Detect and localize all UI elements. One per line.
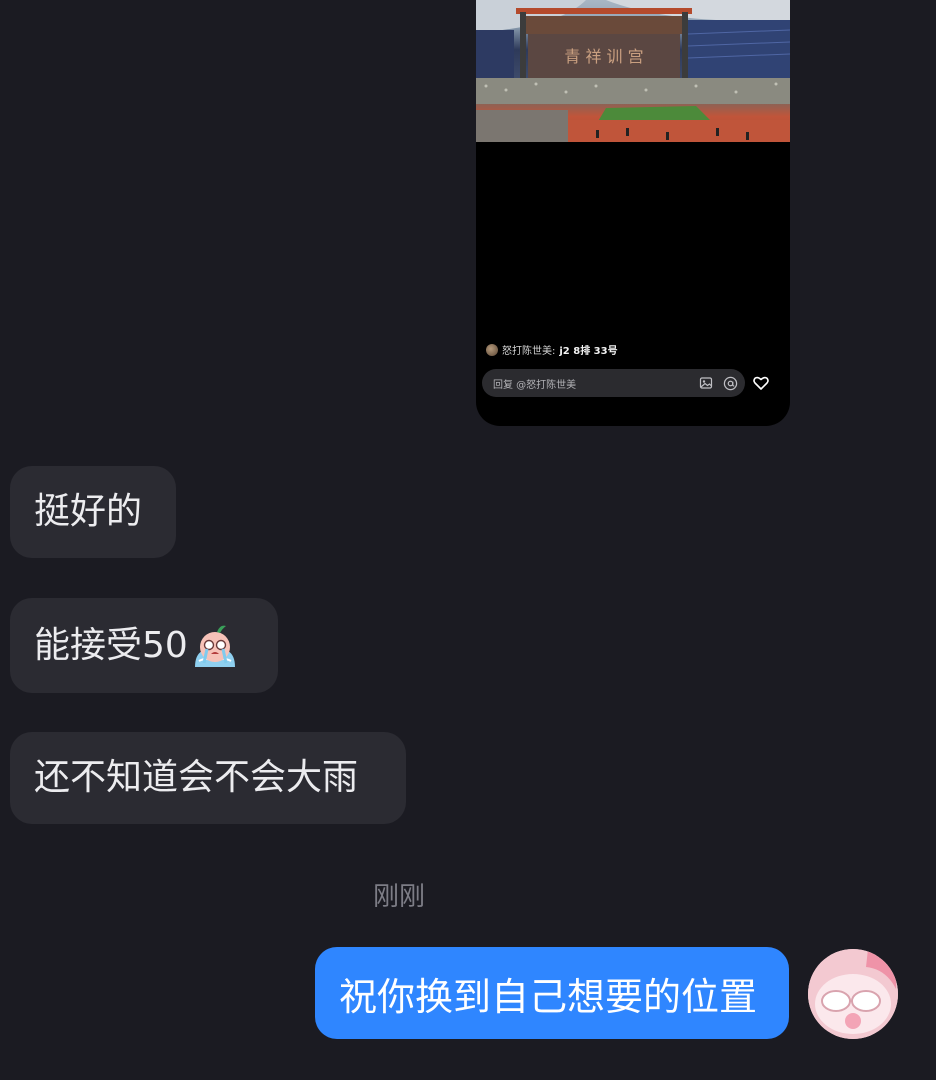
crying-emoji-icon bbox=[190, 621, 240, 671]
message-timestamp: 刚刚 bbox=[372, 882, 425, 912]
stadium-illustration: 青 祥 训 宫 bbox=[476, 0, 790, 142]
stage-banner-text: 青 祥 训 宫 bbox=[564, 47, 643, 66]
avatar[interactable] bbox=[808, 949, 898, 1039]
comment-username: 怒打陈世美: bbox=[502, 346, 556, 357]
reply-placeholder: 回复 @怒打陈世美 bbox=[493, 379, 577, 391]
message-text: 能接受50 bbox=[34, 624, 188, 666]
incoming-message-2[interactable]: 能接受50 bbox=[10, 598, 278, 693]
reply-input[interactable]: 回复 @怒打陈世美 bbox=[482, 369, 745, 397]
image-icon[interactable] bbox=[697, 374, 715, 392]
comment-text: j2 8排 33号 bbox=[559, 346, 618, 357]
avatar-image bbox=[808, 949, 898, 1039]
stadium-photo[interactable]: 青 祥 训 宫 bbox=[476, 0, 790, 142]
at-icon[interactable] bbox=[721, 374, 739, 392]
comment-line: 怒打陈世美: j2 8排 33号 bbox=[486, 342, 618, 357]
message-text: 还不知道会不会大雨 bbox=[34, 757, 359, 798]
incoming-message-3[interactable]: 还不知道会不会大雨 bbox=[10, 732, 406, 824]
heart-icon[interactable] bbox=[752, 374, 770, 392]
message-text: 挺好的 bbox=[34, 491, 143, 532]
shared-post-card[interactable]: 青 祥 训 宫 怒打陈世美: j2 8排 33号 回复 @怒打陈世美 bbox=[476, 0, 790, 426]
incoming-message-1[interactable]: 挺好的 bbox=[10, 466, 176, 558]
outgoing-message-1[interactable]: 祝你换到自己想要的位置 bbox=[315, 947, 789, 1039]
commenter-avatar bbox=[486, 343, 498, 356]
message-text: 祝你换到自己想要的位置 bbox=[339, 974, 758, 1019]
